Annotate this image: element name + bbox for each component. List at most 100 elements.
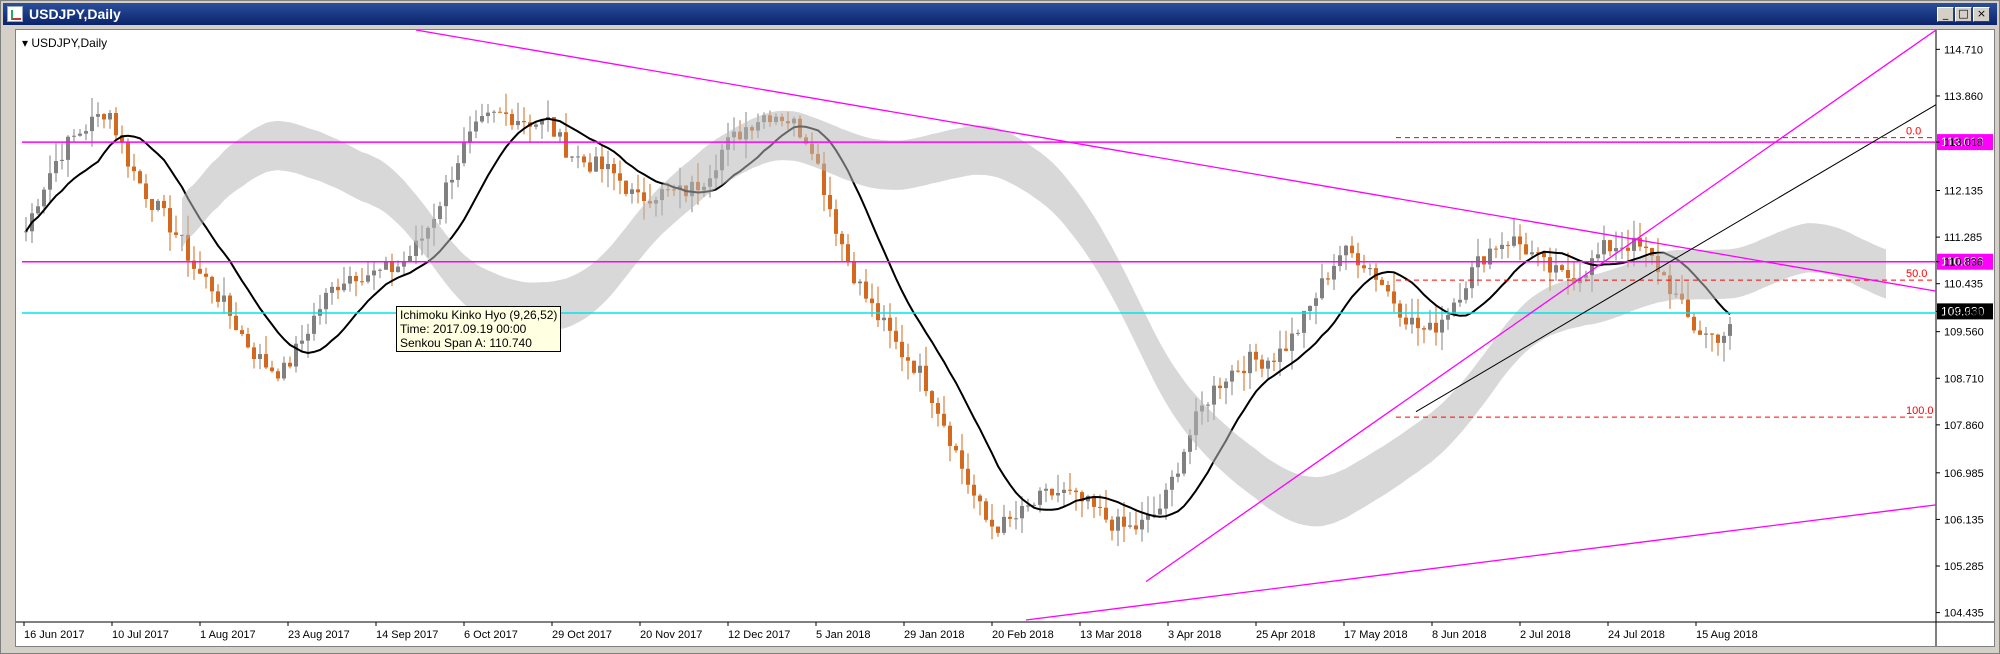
candle-body <box>1056 492 1060 496</box>
chart-window-icon <box>7 6 23 22</box>
candle-body <box>354 276 358 282</box>
candle-body <box>438 206 442 219</box>
candle-body <box>1482 256 1486 265</box>
x-tick-label: 20 Nov 2017 <box>640 629 702 641</box>
symbol-dropdown-icon[interactable]: ▾ <box>22 36 31 50</box>
candle-body <box>1362 265 1366 269</box>
candle-body <box>1608 240 1612 252</box>
candle-body <box>990 519 994 527</box>
candle-body <box>234 315 238 331</box>
candle-body <box>156 200 160 210</box>
candle-body <box>1566 270 1570 279</box>
y-tick-label: 110.836 <box>1944 257 1983 269</box>
candle-body <box>1470 267 1474 289</box>
candle-body <box>102 114 106 120</box>
candle-body <box>1290 333 1294 351</box>
y-tick-label: 107.860 <box>1944 420 1984 432</box>
y-tick-label: 106.985 <box>1944 468 1984 480</box>
candle-body <box>1410 317 1414 325</box>
candle-body <box>1320 278 1324 299</box>
candle-body <box>888 317 892 331</box>
candle-body <box>1140 519 1144 530</box>
candle-body <box>372 270 376 276</box>
candle-body <box>1128 525 1132 527</box>
candle-body <box>1122 516 1126 527</box>
candle-body <box>1350 245 1354 254</box>
candle-body <box>642 192 646 202</box>
candle-body <box>984 501 988 520</box>
y-tick-label: 104.435 <box>1944 608 1984 620</box>
candle-body <box>1206 404 1210 406</box>
candle-body <box>1446 314 1450 320</box>
candle-body <box>948 425 952 446</box>
candle-body <box>1428 322 1432 330</box>
candle-body <box>912 360 916 373</box>
candle-body <box>204 273 208 277</box>
candle-body <box>882 317 886 321</box>
candle-body <box>378 269 382 271</box>
x-tick-label: 10 Jul 2017 <box>112 629 169 641</box>
candle-body <box>396 266 400 273</box>
candle-body <box>558 132 562 137</box>
chart-area[interactable]: 113.018 110.836 109.930 0.0 50.0 100.0 114.710… <box>15 29 1995 647</box>
candle-body <box>216 291 220 302</box>
candle-body <box>132 166 136 172</box>
candle-body <box>1008 516 1012 519</box>
symbol-label: ▾ USDJPY,Daily <box>22 36 108 50</box>
candle-body <box>144 183 148 199</box>
candle-body <box>606 163 610 170</box>
candle-body <box>930 391 934 404</box>
tooltip-value: Senkou Span A: 110.740 <box>400 336 532 350</box>
candle-body <box>1038 490 1042 505</box>
close-button[interactable]: × <box>1973 7 1990 22</box>
candle-body <box>444 182 448 207</box>
candle-body <box>246 333 250 348</box>
candle-body <box>954 445 958 451</box>
x-tick-label: 8 Jun 2018 <box>1432 629 1486 641</box>
candle-body <box>450 179 454 183</box>
candle-body <box>858 281 862 284</box>
candle-body <box>1392 291 1396 304</box>
candle-body <box>966 468 970 485</box>
minimize-button[interactable]: _ <box>1937 7 1954 22</box>
tooltip-time: Time: 2017.09.19 00:00 <box>400 322 527 336</box>
candle-body <box>978 495 982 502</box>
candle-body <box>1170 476 1174 490</box>
candle-body <box>1638 237 1642 247</box>
candle-body <box>198 268 202 274</box>
title-bar[interactable]: USDJPY,Daily _ □ × <box>3 3 1997 25</box>
fibonacci-label: 0.0 <box>1906 126 1921 138</box>
candle-body <box>1158 508 1162 515</box>
candle-body <box>1386 284 1390 292</box>
candle-body <box>1212 385 1216 405</box>
candle-body <box>162 200 166 209</box>
candle-body <box>468 131 472 143</box>
candle-body <box>84 131 88 134</box>
restore-button[interactable]: □ <box>1955 7 1972 22</box>
candle-body <box>1230 370 1234 382</box>
candle-body <box>1716 334 1720 343</box>
candle-body <box>384 262 388 270</box>
candle-body <box>300 340 304 344</box>
candle-body <box>174 232 178 235</box>
candle-body <box>864 281 868 299</box>
candle-body <box>1542 252 1546 258</box>
candle-body <box>1116 516 1120 531</box>
candle-body <box>1326 278 1330 280</box>
candle-body <box>108 113 112 120</box>
candle-body <box>222 295 226 302</box>
candle-body <box>42 189 46 207</box>
candle-body <box>1308 305 1312 312</box>
x-tick-label: 1 Aug 2017 <box>200 629 256 641</box>
candle-body <box>588 162 592 172</box>
candle-body <box>1368 268 1372 270</box>
candle-body <box>828 195 832 210</box>
candle-body <box>1398 303 1402 318</box>
price-chart[interactable]: 113.018 110.836 109.930 0.0 50.0 100.0 114.710… <box>16 30 1994 646</box>
candle-body <box>360 281 364 283</box>
indicator-tooltip: Ichimoku Kinko Hyo (9,26,52) Time: 2017.… <box>396 306 562 352</box>
y-tick-label: 109.560 <box>1944 327 1984 339</box>
candle-body <box>114 113 118 136</box>
candle-body <box>66 136 70 160</box>
ascending-trendline <box>1145 30 1937 583</box>
